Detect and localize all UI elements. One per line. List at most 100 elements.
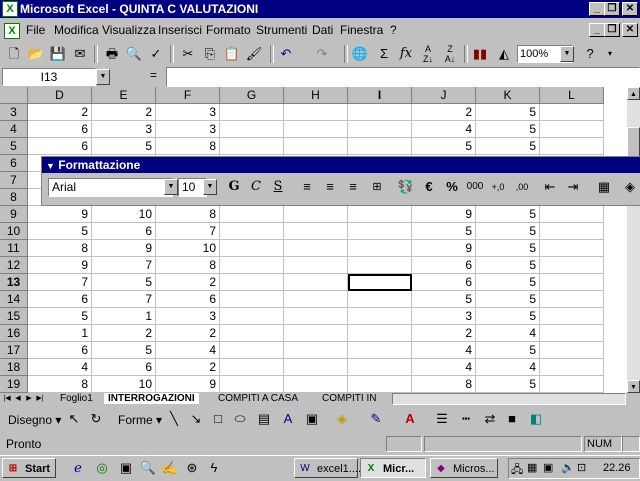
grid-cell[interactable] <box>348 376 412 393</box>
grid-cell[interactable] <box>284 121 348 138</box>
grid-cell[interactable]: 10 <box>92 206 156 223</box>
tray-network-icon[interactable]: 🖧 <box>511 461 523 480</box>
grid-cell[interactable]: 5 <box>476 257 540 274</box>
sheet-tab-compiti-a-casa[interactable]: COMPITI A CASA <box>214 393 303 404</box>
select-all-corner[interactable] <box>0 87 28 104</box>
hyperlink-icon[interactable]: 🌐 <box>350 44 370 64</box>
tray-misc-icon[interactable]: ⊡ <box>577 461 586 474</box>
font-dropdown-arrow[interactable]: ▼ <box>164 179 178 195</box>
grid-cell[interactable]: 4 <box>156 342 220 359</box>
worksheet-grid[interactable]: D E F G H I J K L 3 2 2 3 2 5 4 6 3 3 4 5 5 6 5 8 5 5 6 7 8 9 9 10 8 9 5 10 5… <box>0 87 627 393</box>
grid-cell[interactable] <box>284 223 348 240</box>
select-objects-icon[interactable]: ↖ <box>64 409 84 429</box>
copy-icon[interactable]: ⎘ <box>200 44 220 64</box>
excel-app-icon[interactable]: X <box>2 1 18 17</box>
grid-cell[interactable] <box>220 223 284 240</box>
grid-cell[interactable]: 5 <box>476 104 540 121</box>
grid-cell[interactable]: 9 <box>412 240 476 257</box>
grid-cell[interactable]: 2 <box>156 274 220 291</box>
grid-cell[interactable] <box>540 223 604 240</box>
grid-cell[interactable]: 5 <box>476 274 540 291</box>
grid-cell[interactable]: 5 <box>412 138 476 155</box>
font-color-icon[interactable]: A <box>400 409 420 429</box>
grid-cell[interactable]: 4 <box>476 359 540 376</box>
grid-cell[interactable] <box>540 342 604 359</box>
grid-cell[interactable] <box>284 342 348 359</box>
menu-strumenti[interactable]: Strumenti <box>256 23 307 37</box>
row-header[interactable]: 19 <box>0 376 28 393</box>
last-sheet-button[interactable]: ▶| <box>35 393 45 404</box>
bold-icon[interactable]: G <box>224 178 244 196</box>
ie-icon[interactable]: ℯ <box>68 458 88 478</box>
grid-cell[interactable]: 7 <box>28 274 92 291</box>
grid-cell[interactable]: 4 <box>412 359 476 376</box>
column-header[interactable]: J <box>412 87 476 104</box>
row-header[interactable]: 18 <box>0 359 28 376</box>
grid-cell[interactable] <box>220 104 284 121</box>
quicklaunch-icon[interactable]: ⊛ <box>182 458 202 478</box>
grid-cell[interactable] <box>540 257 604 274</box>
grid-cell[interactable] <box>348 257 412 274</box>
grid-cell[interactable] <box>220 291 284 308</box>
function-icon[interactable]: fx <box>396 44 416 64</box>
grid-cell[interactable]: 5 <box>476 223 540 240</box>
toolbar-options-icon[interactable]: ▾ <box>600 44 620 64</box>
column-header[interactable]: H <box>284 87 348 104</box>
grid-cell[interactable] <box>284 138 348 155</box>
fill-color-draw-icon[interactable]: ◈ <box>332 409 352 429</box>
new-icon[interactable]: 🗋 <box>4 44 24 64</box>
print-icon[interactable]: 🖶 <box>102 44 122 64</box>
row-header[interactable]: 4 <box>0 121 28 138</box>
grid-cell[interactable]: 2 <box>156 359 220 376</box>
sheet-tab-interrogazioni[interactable]: INTERROGAZIONI <box>104 393 199 404</box>
borders-icon[interactable]: ▦ <box>594 178 614 196</box>
grid-cell[interactable]: 5 <box>92 274 156 291</box>
save-icon[interactable]: 💾 <box>48 44 68 64</box>
grid-cell[interactable] <box>348 342 412 359</box>
grid-cell[interactable] <box>348 138 412 155</box>
sort-descending-icon[interactable]: Z A↓ <box>440 44 460 64</box>
print-preview-icon[interactable]: 🔍 <box>124 44 144 64</box>
grid-cell[interactable]: 9 <box>156 376 220 393</box>
oval-icon[interactable]: ⬭ <box>230 409 250 429</box>
grid-cell[interactable]: 8 <box>412 376 476 393</box>
grid-cell[interactable] <box>540 376 604 393</box>
grid-cell[interactable] <box>540 291 604 308</box>
grid-cell[interactable] <box>220 376 284 393</box>
grid-cell[interactable] <box>540 308 604 325</box>
arrow-style-icon[interactable]: ⇄ <box>480 409 500 429</box>
grid-cell[interactable] <box>220 121 284 138</box>
grid-cell[interactable] <box>284 274 348 291</box>
grid-cell[interactable] <box>284 325 348 342</box>
scroll-down-button[interactable]: ▼ <box>627 380 640 393</box>
grid-cell[interactable] <box>220 325 284 342</box>
next-sheet-button[interactable]: ▶ <box>24 393 34 404</box>
grid-cell[interactable]: 9 <box>28 206 92 223</box>
shadow-icon[interactable]: ■ <box>502 409 522 429</box>
row-header[interactable]: 11 <box>0 240 28 257</box>
task-microsoft-excel[interactable]: X Micr... <box>360 458 426 478</box>
grid-cell[interactable]: 2 <box>92 325 156 342</box>
dash-style-icon[interactable]: ┅ <box>456 409 476 429</box>
tray-volume-icon[interactable]: 🔊 <box>561 461 575 474</box>
grid-cell[interactable]: 7 <box>92 291 156 308</box>
row-header[interactable]: 3 <box>0 104 28 121</box>
align-center-icon[interactable]: ≡ <box>320 178 340 196</box>
grid-cell[interactable]: 7 <box>156 223 220 240</box>
grid-cell[interactable]: 4 <box>28 359 92 376</box>
menu-finestra[interactable]: Finestra <box>340 23 383 37</box>
decrease-indent-icon[interactable]: ⇤ <box>540 178 560 196</box>
grid-cell[interactable]: 8 <box>156 206 220 223</box>
first-sheet-button[interactable]: |◀ <box>2 393 12 404</box>
grid-cell[interactable] <box>540 206 604 223</box>
workbook-icon[interactable]: X <box>4 23 20 39</box>
doc-minimize-button[interactable]: _ <box>589 23 605 37</box>
desktop-icon[interactable]: ▣ <box>116 458 136 478</box>
grid-cell[interactable]: 8 <box>28 376 92 393</box>
grid-cell[interactable]: 5 <box>476 240 540 257</box>
row-header[interactable]: 12 <box>0 257 28 274</box>
align-left-icon[interactable]: ≡ <box>297 178 317 196</box>
editor-icon[interactable]: ✍ <box>160 458 180 478</box>
menu-dati[interactable]: Dati <box>312 23 333 37</box>
grid-cell[interactable]: 6 <box>28 121 92 138</box>
